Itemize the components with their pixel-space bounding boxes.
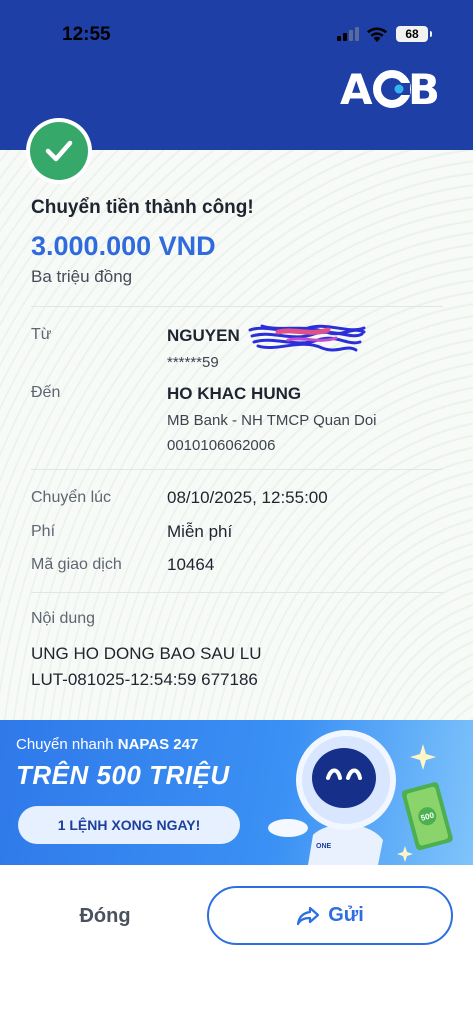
success-badge (26, 118, 92, 184)
divider (31, 592, 443, 593)
status-time: 12:55 (62, 24, 111, 45)
svg-text:A: A (340, 66, 373, 110)
divider (31, 469, 443, 470)
sender-account: ******59 (167, 354, 219, 371)
send-label: Gửi (328, 904, 364, 926)
from-label: Từ (31, 326, 52, 343)
memo-line: LUT-081025-12:54:59 677186 (31, 670, 258, 689)
transfer-amount: 3.000.000 VND (31, 231, 216, 261)
acb-logo: A B (340, 65, 446, 114)
robot-mascot-icon: ONE 500 (268, 730, 453, 865)
time-label: Chuyển lúc (31, 489, 112, 506)
banner-prefix: Chuyển nhanh (16, 736, 118, 753)
send-button[interactable]: Gửi (207, 886, 453, 945)
transfer-time: 08/10/2025, 12:55:00 (167, 488, 328, 507)
sender-name: NGUYEN (167, 326, 240, 345)
recipient-bank: MB Bank - NH TMCP Quan Doi (167, 412, 377, 429)
memo-line: UNG HO DONG BAO SAU LU (31, 644, 262, 663)
divider (31, 306, 443, 307)
wifi-icon (367, 27, 387, 42)
action-bar: Đóng Gửi (0, 865, 473, 1024)
recipient-account: 0010106062006 (167, 437, 276, 454)
close-button[interactable]: Đóng (30, 887, 180, 945)
banner-headline: TRÊN 500 TRIỆU (16, 760, 230, 790)
svg-text:ONE: ONE (316, 843, 332, 850)
svg-text:B: B (408, 66, 438, 110)
transaction-id-label: Mã giao dịch (31, 556, 122, 573)
redaction-scribble (248, 324, 366, 352)
memo-label: Nội dung (31, 610, 96, 627)
recipient-name: HO KHAC HUNG (167, 384, 302, 403)
to-label: Đến (31, 384, 61, 401)
battery-icon: 68 (396, 26, 432, 42)
amount-in-words: Ba triệu đồng (31, 267, 133, 286)
promo-banner[interactable]: Chuyển nhanh NAPAS 247 TRÊN 500 TRIỆU 1 … (0, 720, 473, 865)
success-title: Chuyển tiền thành công! (31, 197, 254, 218)
banner-subtitle: Chuyển nhanh NAPAS 247 (16, 736, 198, 753)
memo-text: UNG HO DONG BAO SAU LU LUT-081025-12:54:… (31, 641, 451, 693)
fee-value: Miễn phí (167, 522, 233, 541)
banner-brand: NAPAS 247 (117, 736, 199, 753)
status-bar: 12:55 68 (0, 0, 473, 60)
cellular-signal-icon (337, 27, 359, 41)
checkmark-icon (30, 122, 88, 180)
transaction-id: 10464 (167, 555, 215, 574)
fee-label: Phí (31, 523, 56, 540)
share-arrow-icon (297, 906, 320, 925)
banner-cta-button[interactable]: 1 LỆNH XONG NGAY! (18, 806, 240, 844)
